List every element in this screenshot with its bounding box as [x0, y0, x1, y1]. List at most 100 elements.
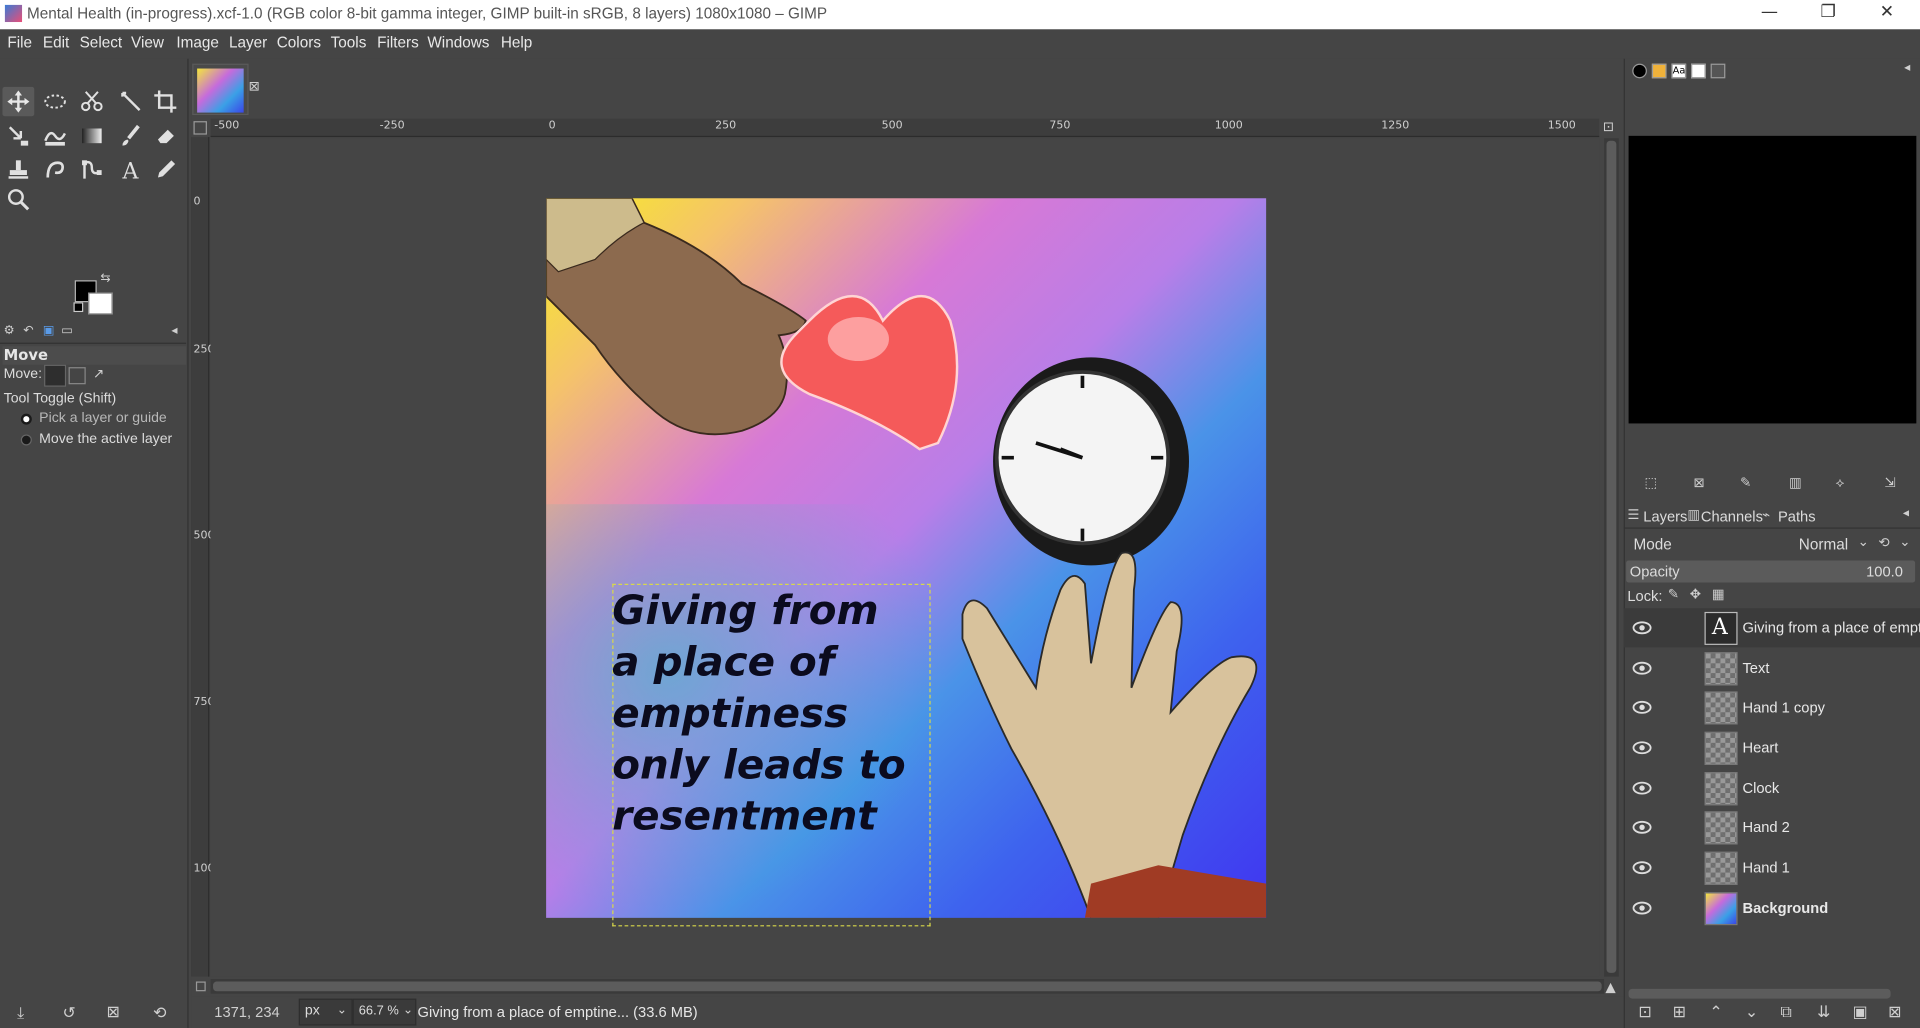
- menu-select[interactable]: Select: [80, 34, 123, 51]
- restore-button[interactable]: ❐: [1800, 2, 1856, 26]
- delete-tool-preset-icon[interactable]: ⊠: [107, 1004, 120, 1022]
- move-active-layer-radio[interactable]: [20, 434, 32, 446]
- images-tab-icon[interactable]: ▣: [43, 324, 55, 337]
- mode-select[interactable]: Normal: [1799, 536, 1848, 553]
- move-active-layer-label[interactable]: Move the active layer: [39, 432, 172, 447]
- tab-paths[interactable]: Paths: [1778, 508, 1816, 525]
- layer-name[interactable]: Clock: [1742, 780, 1779, 797]
- quick-mask-corner-icon[interactable]: [193, 121, 207, 135]
- close-button[interactable]: ✕: [1859, 2, 1915, 26]
- zoom-select[interactable]: 66.7 % ⌄: [352, 998, 417, 1026]
- restore-tool-preset-icon[interactable]: ↺: [62, 1005, 75, 1023]
- move-selection-mode-icon[interactable]: [68, 367, 86, 385]
- layer-row[interactable]: Hand 2: [1624, 808, 1920, 847]
- crop-icon[interactable]: [149, 87, 181, 116]
- eye-icon[interactable]: [1631, 817, 1653, 837]
- eye-icon[interactable]: [1631, 778, 1653, 798]
- preview-action-icon[interactable]: ⟡: [1836, 475, 1845, 492]
- preview-action-icon[interactable]: ▥: [1789, 475, 1802, 491]
- new-layer-icon[interactable]: ⊞: [1673, 1004, 1686, 1022]
- delete-layer-icon[interactable]: ⊠: [1888, 1004, 1901, 1022]
- lock-alpha-icon[interactable]: ▦: [1712, 586, 1725, 602]
- add-mask-icon[interactable]: ▣: [1853, 1004, 1868, 1022]
- mode-switch-icon[interactable]: ⟲: [1878, 535, 1889, 551]
- menu-edit[interactable]: Edit: [43, 34, 69, 51]
- menu-filters[interactable]: Filters: [377, 34, 419, 51]
- toggle-quickmask-icon[interactable]: [195, 981, 206, 992]
- lower-layer-icon[interactable]: ⌄: [1745, 1004, 1758, 1022]
- move-path-mode-icon[interactable]: ↗: [93, 366, 104, 382]
- undo-history-tab-icon[interactable]: ↶: [23, 324, 33, 337]
- images-panel-tab-icon[interactable]: [1710, 63, 1726, 79]
- unit-select[interactable]: px ⌄: [298, 998, 353, 1026]
- eye-icon[interactable]: [1631, 698, 1653, 718]
- raise-layer-icon[interactable]: ⌃: [1709, 1004, 1722, 1022]
- layer-name[interactable]: Hand 1: [1742, 859, 1789, 876]
- menu-image[interactable]: Image: [176, 34, 219, 51]
- eye-icon[interactable]: [1631, 658, 1653, 678]
- default-colors-icon[interactable]: [73, 302, 84, 313]
- duplicate-layer-icon[interactable]: ⧉: [1780, 1004, 1791, 1022]
- layer-row[interactable]: Hand 1 copy: [1624, 688, 1920, 727]
- panel-menu-icon[interactable]: ◂: [171, 324, 177, 337]
- lock-position-icon[interactable]: ✥: [1690, 586, 1701, 602]
- menu-layer[interactable]: Layer: [229, 34, 267, 51]
- menu-tools[interactable]: Tools: [331, 34, 367, 51]
- menu-view[interactable]: View: [131, 34, 164, 51]
- layer-row[interactable]: Clock: [1624, 769, 1920, 808]
- navigate-icon[interactable]: ▲: [1605, 979, 1615, 995]
- fuzzy-select-icon[interactable]: [115, 87, 147, 116]
- layer-name[interactable]: Background: [1742, 899, 1828, 916]
- chevron-down-icon[interactable]: ⌄: [1858, 534, 1869, 550]
- document-history-tab-icon[interactable]: [1691, 63, 1706, 79]
- eye-icon[interactable]: [1631, 738, 1653, 758]
- panel-menu-icon[interactable]: ◂: [1903, 507, 1909, 520]
- horizontal-scrollbar[interactable]: [210, 979, 1605, 994]
- preview-action-icon[interactable]: ⇲: [1885, 475, 1896, 491]
- zoom-tool-icon[interactable]: [2, 185, 34, 214]
- color-picker-icon[interactable]: [149, 155, 181, 184]
- preview-action-icon[interactable]: ⊠: [1693, 475, 1704, 491]
- menu-colors[interactable]: Colors: [277, 34, 321, 51]
- menu-file[interactable]: File: [7, 34, 32, 51]
- opacity-slider[interactable]: Opacity 100.0: [1626, 560, 1916, 583]
- vertical-scrollbar-thumb[interactable]: [1606, 140, 1617, 973]
- background-color-swatch[interactable]: [88, 292, 113, 315]
- horizontal-scrollbar-thumb[interactable]: [213, 981, 1602, 992]
- move-tool-icon[interactable]: [2, 86, 35, 117]
- eraser-icon[interactable]: [149, 121, 181, 150]
- layer-row[interactable]: A Giving from a place of empti: [1623, 608, 1920, 648]
- vertical-scrollbar[interactable]: [1604, 138, 1619, 977]
- warp-transform-icon[interactable]: [39, 121, 71, 150]
- paths-tool-icon[interactable]: [76, 155, 108, 184]
- tab-layers[interactable]: Layers: [1643, 508, 1687, 525]
- layer-name[interactable]: Heart: [1742, 739, 1778, 756]
- preview-action-icon[interactable]: ⬚: [1645, 475, 1658, 491]
- clone-stamp-icon[interactable]: [2, 155, 34, 184]
- gradient-icon[interactable]: [76, 121, 108, 150]
- new-layer-group-icon[interactable]: ⊡: [1638, 1004, 1651, 1022]
- close-image-tab-icon[interactable]: ⊠: [249, 78, 260, 94]
- merge-layer-icon[interactable]: ⇊: [1817, 1004, 1830, 1022]
- fonts-tab-icon[interactable]: Aa: [1671, 63, 1687, 79]
- pick-layer-label[interactable]: Pick a layer or guide: [39, 411, 167, 426]
- swap-colors-icon[interactable]: ⇆: [100, 272, 110, 285]
- reset-tool-options-icon[interactable]: ⟲: [153, 1005, 166, 1023]
- unified-transform-icon[interactable]: [2, 121, 34, 150]
- patterns-tab-icon[interactable]: [1651, 63, 1667, 79]
- scissors-select-icon[interactable]: [76, 87, 108, 116]
- brushes-tab-icon[interactable]: [1632, 63, 1647, 79]
- layers-scrollbar[interactable]: [1628, 988, 1891, 999]
- lock-pixels-icon[interactable]: ✎: [1668, 586, 1679, 602]
- tool-options-tab-icon[interactable]: ⚙: [4, 324, 15, 337]
- device-status-tab-icon[interactable]: ▭: [61, 324, 73, 337]
- ellipse-select-icon[interactable]: [39, 87, 71, 116]
- image-text-block[interactable]: Giving from a place of emptiness only le…: [612, 585, 979, 842]
- text-tool-icon[interactable]: A: [115, 155, 147, 184]
- chevron-down-icon[interactable]: ⌄: [1899, 534, 1910, 550]
- paintbrush-icon[interactable]: [115, 121, 147, 150]
- layer-name[interactable]: Hand 2: [1742, 819, 1789, 836]
- smudge-icon[interactable]: [39, 155, 71, 184]
- layer-row[interactable]: Hand 1: [1624, 848, 1920, 887]
- layer-name[interactable]: Giving from a place of empti: [1742, 619, 1920, 636]
